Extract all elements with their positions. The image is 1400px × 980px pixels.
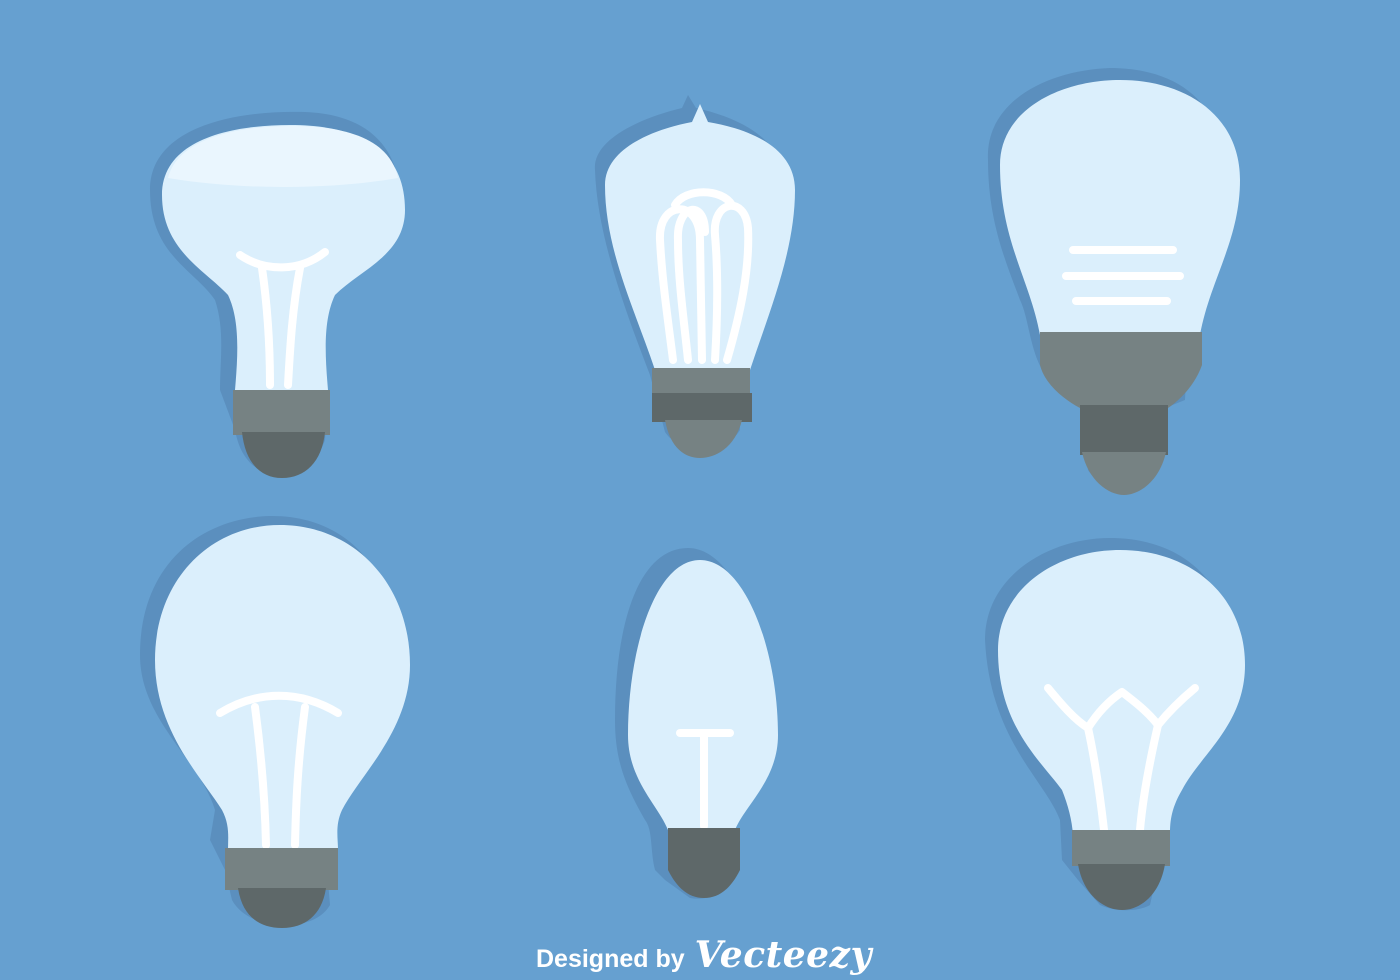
credit-prefix-text: Designed by — [536, 945, 685, 973]
illustration-canvas: Designed by Vecteezy — [0, 0, 1400, 980]
brand-logo-text: Vecteezy — [694, 934, 872, 976]
bulb-glass — [1000, 80, 1240, 335]
bulb-base — [652, 393, 752, 422]
bulb-base — [225, 848, 338, 890]
bulb-base — [233, 390, 330, 435]
bulb-base — [1040, 332, 1202, 408]
vecteezy-credit: Designed by Vecteezy — [536, 934, 872, 978]
bulb-base — [652, 368, 750, 395]
lightbulb-illustration — [0, 0, 1400, 980]
bulb-base — [1072, 830, 1170, 866]
bulb-base — [1080, 405, 1168, 455]
